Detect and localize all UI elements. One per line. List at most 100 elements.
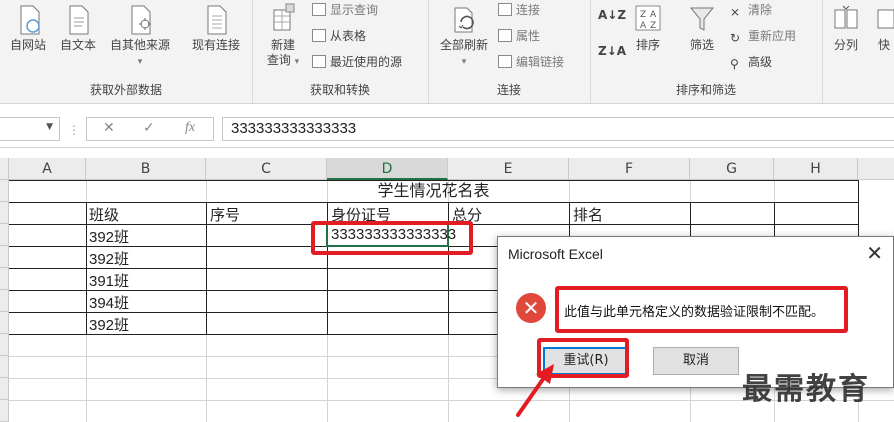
sort-descending-button[interactable]: Z↓A	[598, 42, 626, 60]
annotation-arrow-icon	[516, 364, 554, 417]
connections-button[interactable]: 连接	[498, 1, 540, 19]
existing-connections-label: 现有连接	[191, 38, 240, 52]
table-cell-class[interactable]: 391班	[89, 270, 129, 291]
sheet-title[interactable]: 学生情况花名表	[9, 181, 858, 202]
table-border	[9, 202, 858, 203]
row-header[interactable]	[0, 246, 9, 268]
formula-tools: ✕ ✓ fx	[86, 117, 214, 141]
formula-input[interactable]: 333333333333333	[222, 117, 894, 141]
formula-bar: ▼ ⋮ ✕ ✓ fx 333333333333333	[0, 111, 894, 148]
recent-sources-label: 最近使用的源	[330, 55, 403, 69]
cancel-icon[interactable]: ✕	[103, 120, 115, 136]
row-header[interactable]	[0, 356, 9, 378]
column-header-f[interactable]: F	[569, 158, 690, 180]
name-box[interactable]: ▼	[0, 117, 60, 141]
row-header[interactable]	[0, 268, 9, 290]
group-label-sort-filter: 排序和筛选	[675, 83, 736, 97]
row-header[interactable]	[0, 290, 9, 312]
enter-icon[interactable]: ✓	[143, 120, 155, 136]
show-queries-button[interactable]: 显示查询	[312, 1, 378, 19]
insert-function-icon[interactable]: fx	[185, 120, 195, 136]
flash-fill-label: 快	[877, 38, 890, 52]
error-icon: ✕	[516, 293, 546, 323]
from-text-button[interactable]: 自文本	[56, 2, 100, 53]
properties-button[interactable]: 属性	[498, 27, 540, 45]
highlight-box-cell	[311, 221, 473, 255]
row-header[interactable]	[0, 334, 9, 356]
chevron-down-icon: ▾	[461, 57, 467, 67]
column-header-h[interactable]: H	[774, 158, 858, 180]
column-header-a[interactable]: A	[9, 158, 86, 180]
sort-za-icon: Z↓A	[598, 44, 627, 58]
column-header-e[interactable]: E	[448, 158, 569, 180]
recent-sources-icon	[312, 55, 326, 68]
table-icon	[312, 29, 326, 42]
sort-button[interactable]: ZAAZ 排序	[628, 2, 668, 53]
svg-text:A: A	[650, 10, 657, 20]
chevron-down-icon: ▾	[294, 57, 300, 67]
advanced-filter-icon: ⚲	[730, 57, 739, 71]
sort-ascending-button[interactable]: A↓Z	[598, 6, 626, 24]
edit-links-icon	[498, 55, 512, 68]
row-header[interactable]	[0, 312, 9, 334]
header-cell-class[interactable]: 班级	[89, 204, 119, 225]
group-connections: 全部刷新 ▾ 连接 属性 编辑链接 连接	[428, 0, 591, 103]
table-cell-class[interactable]: 394班	[89, 292, 129, 313]
properties-label: 属性	[516, 29, 541, 43]
header-cell-index[interactable]: 序号	[210, 204, 240, 225]
svg-text:Z: Z	[640, 10, 646, 20]
chevron-down-icon: ▾	[137, 57, 143, 67]
column-header-c[interactable]: C	[206, 158, 327, 180]
table-border	[206, 202, 207, 334]
column-header-i[interactable]	[858, 158, 894, 180]
new-query-label-2: 查询	[266, 53, 291, 67]
row-header[interactable]	[0, 224, 9, 246]
clear-filter-button[interactable]: ⨯ 清除	[730, 1, 772, 19]
highlight-box-message	[555, 286, 848, 333]
cancel-button[interactable]: 取消	[653, 347, 739, 375]
row-header[interactable]	[0, 400, 9, 422]
close-icon[interactable]: ✕	[866, 241, 883, 265]
row-header[interactable]	[0, 180, 9, 202]
header-cell-rank[interactable]: 排名	[573, 204, 603, 225]
table-cell-class[interactable]: 392班	[89, 248, 129, 269]
row-header[interactable]	[0, 202, 9, 224]
sort-az-icon: A↓Z	[598, 8, 627, 22]
column-header-g[interactable]: G	[690, 158, 774, 180]
advanced-filter-button[interactable]: ⚲ 高级	[730, 53, 772, 71]
show-queries-icon	[312, 3, 326, 16]
group-sort-filter: A↓Z Z↓A ZAAZ 排序 筛选 ⨯ 清除 ↻ 重新应用 ⚲ 高级 排序和筛选	[590, 0, 823, 103]
column-header-d[interactable]: D	[327, 158, 448, 180]
from-web-button[interactable]: 自网站	[4, 2, 52, 53]
table-cell-class[interactable]: 392班	[89, 226, 129, 247]
reapply-button[interactable]: ↻ 重新应用	[730, 27, 796, 45]
recent-sources-button[interactable]: 最近使用的源	[312, 53, 402, 71]
row-header[interactable]	[0, 378, 9, 400]
properties-icon	[498, 29, 512, 42]
sort-icon: Z AA Z	[635, 5, 661, 31]
existing-connections-icon	[207, 5, 227, 35]
from-other-sources-label: 自其他来源	[109, 38, 170, 52]
filter-button[interactable]: 筛选	[682, 2, 722, 53]
text-file-icon	[69, 5, 89, 35]
new-query-icon	[273, 3, 295, 31]
text-to-columns-button[interactable]: 分列	[828, 2, 864, 53]
flash-fill-button[interactable]: 快	[874, 2, 894, 53]
from-table-button[interactable]: 从表格	[312, 27, 366, 45]
column-header-b[interactable]: B	[86, 158, 206, 180]
text-to-columns-label: 分列	[833, 38, 858, 52]
refresh-all-button[interactable]: 全部刷新 ▾	[434, 2, 494, 67]
select-all-corner[interactable]	[0, 158, 9, 180]
existing-connections-button[interactable]: 现有连接	[186, 2, 246, 53]
new-query-label-1: 新建	[270, 38, 295, 52]
chevron-down-icon[interactable]: ▼	[46, 122, 53, 132]
from-other-sources-button[interactable]: 自其他来源 ▾	[104, 2, 176, 67]
connections-label: 连接	[516, 3, 541, 17]
table-cell-class[interactable]: 392班	[89, 314, 129, 335]
group-label-get-transform: 获取和转换	[309, 83, 370, 97]
new-query-button[interactable]: 新建 查询 ▾	[260, 2, 306, 70]
group-get-external-data: 自网站 自文本 自其他来源 ▾ 现有连接 获取外部数据	[0, 0, 253, 103]
edit-links-button[interactable]: 编辑链接	[498, 53, 564, 71]
clear-filter-label: 清除	[748, 3, 773, 17]
other-sources-icon	[131, 5, 151, 35]
